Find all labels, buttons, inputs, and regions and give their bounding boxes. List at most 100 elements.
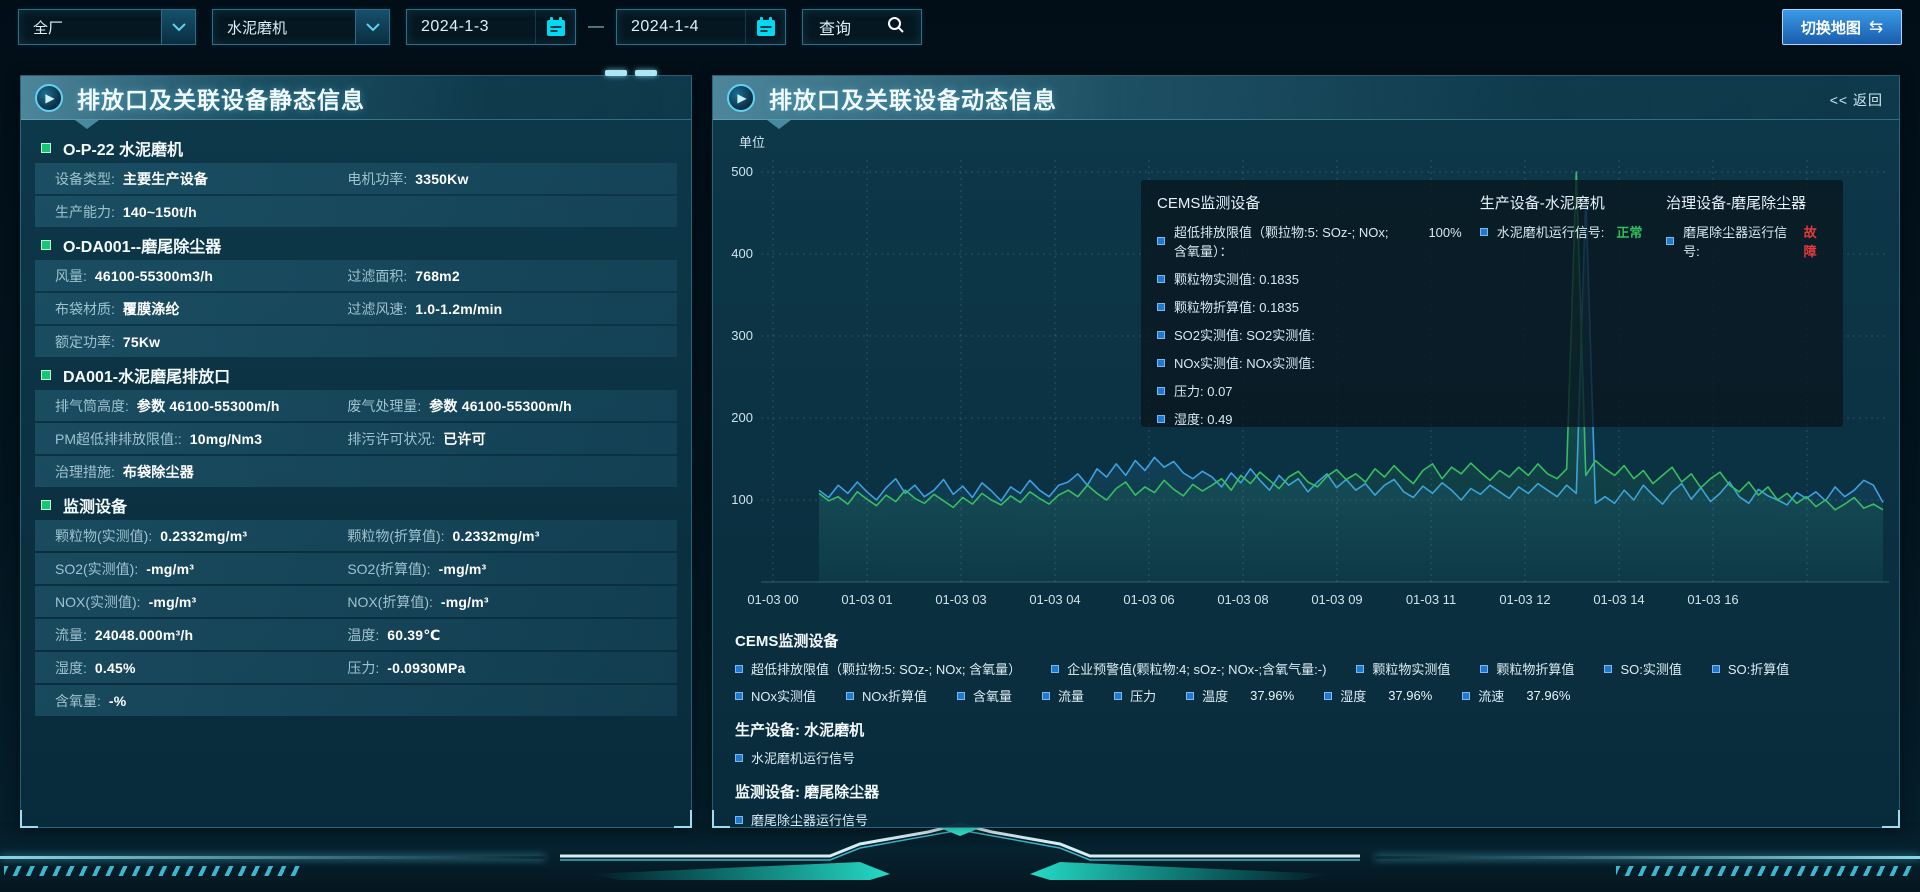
- field-label: 过滤面积:: [347, 266, 407, 286]
- field-label: 颗粒物(实测值):: [55, 526, 152, 546]
- field-value: 主要生产设备: [123, 169, 208, 189]
- legend-item[interactable]: 超低排放限值（颗拉物:5: SOz-; NOx; 含氧量）: [735, 659, 1021, 678]
- info-cell: 颗粒物(实测值):0.2332mg/m³: [55, 526, 347, 546]
- green-square-icon: [41, 143, 51, 153]
- field-label: 风量:: [55, 266, 87, 286]
- legend-item[interactable]: 水泥磨机运行信号: [735, 748, 855, 767]
- back-link[interactable]: << 返回: [1830, 90, 1883, 110]
- switch-map-button[interactable]: 切换地图 ⇆: [1782, 9, 1902, 45]
- section-title: 监测设备: [63, 493, 127, 517]
- end-date-input[interactable]: 2024-1-4: [616, 9, 786, 45]
- blue-square-icon: [1712, 665, 1720, 673]
- field-value: 参数 46100-55300m/h: [429, 396, 572, 416]
- legend-item[interactable]: 含氧量: [957, 686, 1012, 705]
- info-cell: SO2(实测值):-mg/m³: [55, 559, 347, 579]
- play-circle-icon: ▶: [727, 84, 755, 112]
- query-button[interactable]: 查询: [802, 9, 922, 45]
- legend-item[interactable]: SO:折算值: [1712, 659, 1789, 678]
- field-value: -%: [109, 693, 127, 709]
- footer-hatch-marks: [4, 866, 304, 876]
- field-label: 布袋材质:: [55, 299, 115, 319]
- blue-square-icon: [1324, 692, 1332, 700]
- legend-item[interactable]: 颗粒物折算值: [1480, 659, 1574, 678]
- legend-item[interactable]: 压力: [1114, 686, 1156, 705]
- info-cell: 电机功率:3350Kw: [347, 169, 468, 189]
- blue-square-icon: [1480, 665, 1488, 673]
- play-circle-icon: ▶: [35, 84, 63, 112]
- info-cell: 压力:-0.0930MPa: [347, 658, 465, 678]
- legend-item-label: 颗粒物折算值: [1496, 659, 1574, 678]
- calendar-icon[interactable]: [745, 10, 785, 44]
- date-range-separator: —: [588, 18, 604, 36]
- legend-item-value: 37.96%: [1388, 688, 1432, 703]
- legend-section-title: CEMS监测设备: [735, 630, 1883, 651]
- trend-line-chart[interactable]: 10020030040050001-03 0001-03 0101-03 030…: [719, 142, 1895, 612]
- legend-item-value: 37.96%: [1526, 688, 1570, 703]
- info-cell: 治理措施:布袋除尘器: [55, 462, 347, 482]
- legend-item[interactable]: 温度 37.96%: [1186, 686, 1294, 705]
- chevron-down-icon: [355, 10, 389, 44]
- info-row: 风量:46100-55300m3/h过滤面积:768m2: [35, 260, 677, 291]
- calendar-icon[interactable]: [535, 10, 575, 44]
- legend-item-label: 磨尾除尘器运行信号: [751, 810, 868, 829]
- field-label: NOX(折算值):: [347, 592, 433, 612]
- query-button-label: 查询: [819, 15, 851, 39]
- field-value: 布袋除尘器: [123, 462, 194, 482]
- info-row: 设备类型: 主要生产设备 电机功率:3350Kw: [35, 163, 677, 194]
- start-date-input[interactable]: 2024-1-3: [406, 9, 576, 45]
- legend-item[interactable]: 流速 37.96%: [1462, 686, 1570, 705]
- svg-text:01-03 11: 01-03 11: [1406, 592, 1456, 607]
- legend-item-label: SO:实测值: [1620, 659, 1681, 678]
- footer-hatch-marks: [1616, 866, 1916, 876]
- legend-item[interactable]: 流量: [1042, 686, 1084, 705]
- legend-item[interactable]: 湿度 37.96%: [1324, 686, 1432, 705]
- field-label: 电机功率:: [347, 169, 407, 189]
- svg-text:500: 500: [731, 164, 753, 179]
- field-label: 温度:: [347, 625, 379, 645]
- svg-text:01-03 16: 01-03 16: [1687, 592, 1738, 607]
- legend-item[interactable]: NOx实测值: [735, 686, 816, 705]
- legend-item-label: 超低排放限值（颗拉物:5: SOz-; NOx; 含氧量）: [751, 659, 1021, 678]
- field-label: 颗粒物(折算值):: [347, 526, 444, 546]
- field-label: 设备类型:: [55, 169, 115, 189]
- svg-text:300: 300: [731, 328, 753, 343]
- legend-section-title: 监测设备: 磨尾除尘器: [735, 781, 1883, 802]
- field-value: -mg/m³: [146, 561, 194, 577]
- frame-notch-decoration: [605, 70, 657, 76]
- legend-item-label: 流速: [1478, 686, 1504, 705]
- svg-text:01-03 08: 01-03 08: [1217, 592, 1268, 607]
- start-date-value: 2024-1-3: [407, 18, 489, 36]
- field-label: SO2(折算值):: [347, 559, 430, 579]
- legend-item[interactable]: 磨尾除尘器运行信号: [735, 810, 868, 829]
- field-label: 含氧量:: [55, 691, 101, 711]
- legend-item-label: 湿度: [1340, 686, 1366, 705]
- legend-item[interactable]: 颗粒物实测值: [1356, 659, 1450, 678]
- info-row: NOX(实测值):-mg/m³NOX(折算值):-mg/m³: [35, 586, 677, 617]
- top-toolbar: 全厂 水泥磨机 2024-1-3 — 2024-1-4 查询 切换地图 ⇆: [18, 8, 1902, 46]
- field-label: 额定功率:: [55, 332, 115, 352]
- field-value: -mg/m³: [439, 561, 487, 577]
- svg-text:01-03 04: 01-03 04: [1029, 592, 1080, 607]
- legend-item[interactable]: NOx折算值: [846, 686, 927, 705]
- field-value: 1.0-1.2m/min: [415, 301, 502, 317]
- section-header: 监测设备: [35, 489, 677, 520]
- chart-legend: CEMS监测设备超低排放限值（颗拉物:5: SOz-; NOx; 含氧量） 企业预…: [735, 616, 1883, 829]
- legend-item[interactable]: 企业预警值(颗粒物:4; sOz-; NOx-;含氧气量:-): [1051, 659, 1326, 678]
- legend-item[interactable]: SO:实测值: [1604, 659, 1681, 678]
- info-row: 排气筒高度:参数 46100-55300m/h废气处理量:参数 46100-55…: [35, 390, 677, 421]
- plant-select[interactable]: 全厂: [18, 9, 196, 45]
- legend-item-value: 37.96%: [1250, 688, 1294, 703]
- info-cell: 温度:60.39℃: [347, 625, 440, 645]
- green-square-icon: [41, 370, 51, 380]
- legend-item-label: 温度: [1202, 686, 1228, 705]
- field-value: 46100-55300m3/h: [95, 268, 213, 284]
- field-value: 0.2332mg/m³: [453, 528, 540, 544]
- green-square-icon: [41, 240, 51, 250]
- device-select[interactable]: 水泥磨机: [212, 9, 390, 45]
- info-cell: PM超低排排放限值::10mg/Nm3: [55, 429, 347, 449]
- info-cell: 额定功率:75Kw: [55, 332, 347, 352]
- info-cell: 排气筒高度:参数 46100-55300m/h: [55, 396, 347, 416]
- legend-section-title: 生产设备: 水泥磨机: [735, 719, 1883, 740]
- info-row: 治理措施:布袋除尘器: [35, 456, 677, 487]
- device-select-value: 水泥磨机: [213, 17, 287, 38]
